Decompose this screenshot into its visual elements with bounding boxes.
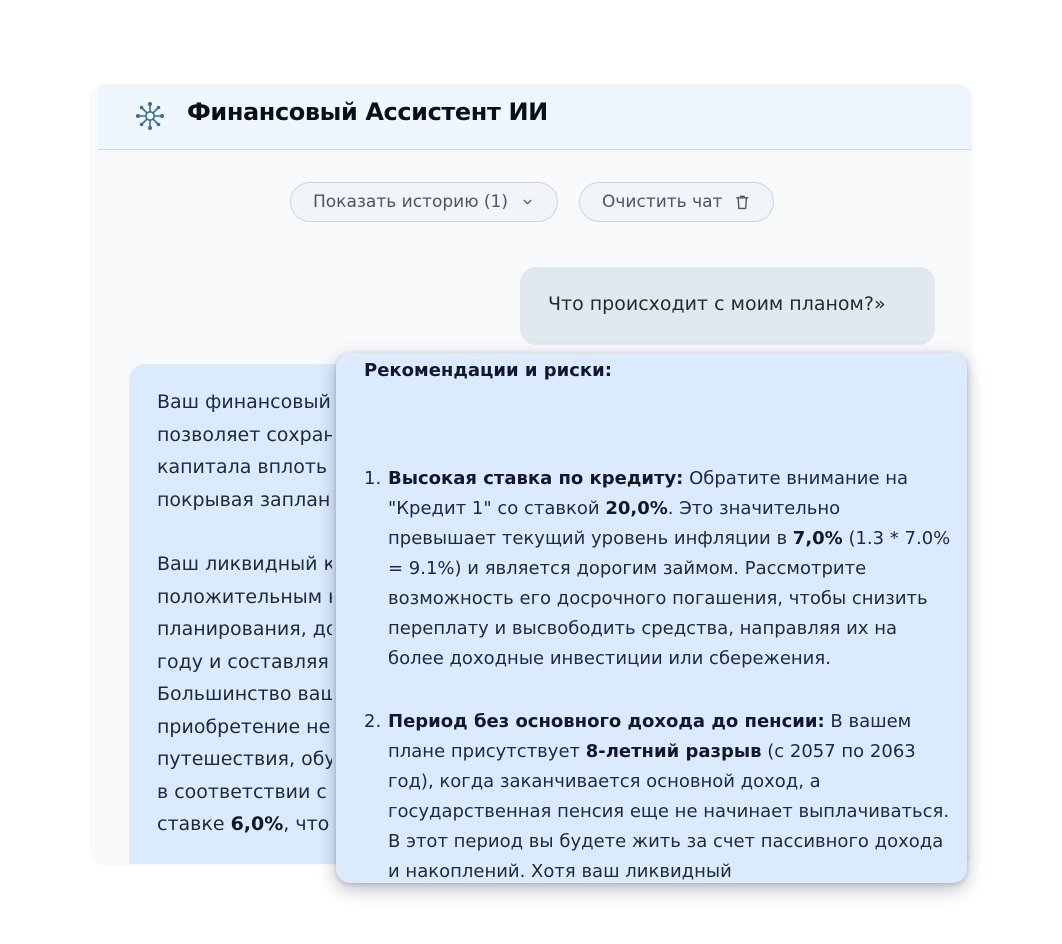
trash-icon <box>736 195 749 210</box>
assistant-line: положительным н <box>157 585 332 608</box>
assistant-line: покрывая заплани <box>157 488 332 511</box>
assistant-line: Ваш финансовый п <box>157 391 332 413</box>
clear-chat-button[interactable]: Очистить чат <box>579 182 774 222</box>
assistant-bold-rate: 6,0% <box>230 813 284 835</box>
network-nodes-icon <box>136 102 164 130</box>
user-message-text: Что происходит с моим планом?» <box>548 293 886 315</box>
list-item-title: Период без основного дохода до пенсии: <box>388 711 825 732</box>
assistant-line: году и составляя <box>157 650 329 673</box>
assistant-line: Большинство ваш <box>157 683 332 705</box>
list-item-title: Высокая ставка по кредиту: <box>388 468 684 489</box>
assistant-line: Ваш ликвидный ка <box>157 553 332 575</box>
clear-chat-label: Очистить чат <box>602 192 723 212</box>
assistant-line: капитала вплоть д <box>157 456 332 478</box>
assistant-line: путешествия, обу <box>157 748 332 770</box>
assistant-message-text: Ваш финансовый п позволяет сохрани капит… <box>157 386 332 841</box>
show-history-button[interactable]: Показать историю (1) <box>290 182 558 222</box>
list-item: 2. Период без основного дохода до пенсии… <box>364 707 954 883</box>
assistant-text-fragment: , что <box>283 813 330 835</box>
assistant-line: в соответствии с <box>157 780 327 803</box>
app-title: Финансовый Ассистент ИИ <box>187 98 548 126</box>
list-item-text: Высокая ставка по кредиту: Обратите вним… <box>388 468 950 669</box>
list-item-number: 1. <box>364 468 382 489</box>
assistant-line: планирования, до <box>157 618 332 640</box>
assistant-line: позволяет сохрани <box>157 423 332 446</box>
list-item-fragment: (с 2057 по 2063 год), когда заканчиваетс… <box>388 741 950 882</box>
app-header: Финансовый Ассистент ИИ <box>98 84 972 150</box>
chevron-down-icon <box>523 199 532 205</box>
assistant-text-fragment: ставке <box>157 813 231 835</box>
assistant-line: приобретение не <box>157 715 331 738</box>
recommendations-list: 1. Высокая ставка по кредиту: Обратите в… <box>364 464 954 883</box>
list-item-highlight: 20,0% <box>605 498 668 519</box>
list-item-fragment: (1.3 * 7.0% = 9.1%) и является дорогим з… <box>388 528 951 669</box>
list-item-highlight: 7,0% <box>792 528 843 549</box>
list-item-highlight: 8-летний разрыв <box>585 741 762 762</box>
recommendations-popup: Рекомендации и риски: 1. Высокая ставка … <box>336 353 967 883</box>
show-history-label: Показать историю (1) <box>313 192 508 212</box>
list-item-text: Период без основного дохода до пенсии: В… <box>388 711 949 882</box>
popup-heading: Рекомендации и риски: <box>364 360 612 381</box>
assistant-line: ставке 6,0%, что <box>157 808 332 841</box>
list-item-number: 2. <box>364 711 382 732</box>
user-message-bubble: Что происходит с моим планом?» <box>520 267 935 345</box>
list-item: 1. Высокая ставка по кредиту: Обратите в… <box>364 464 954 674</box>
